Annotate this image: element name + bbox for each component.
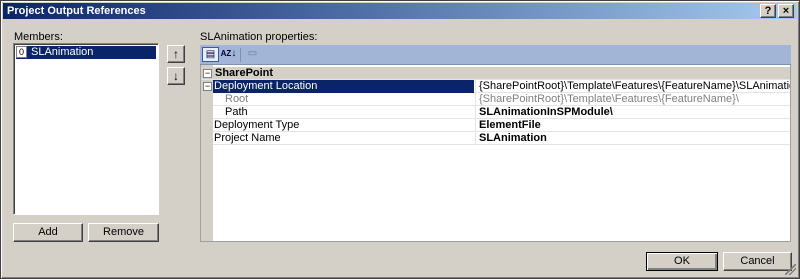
- property-row-deployment-location[interactable]: − Deployment Location {SharePointRoot}\T…: [201, 80, 790, 93]
- help-button[interactable]: ?: [760, 4, 776, 18]
- property-grid[interactable]: − SharePoint − Deployment Location {Shar…: [200, 65, 791, 242]
- row-gutter: [201, 119, 213, 132]
- cancel-button[interactable]: Cancel: [723, 252, 792, 271]
- resize-grip-icon[interactable]: [785, 264, 796, 275]
- property-row-root[interactable]: Root {SharePointRoot}\Template\Features\…: [201, 93, 790, 106]
- property-value[interactable]: SLAnimationInSPModule\: [475, 106, 790, 119]
- title-bar[interactable]: Project Output References ? ×: [3, 3, 797, 19]
- property-pages-icon[interactable]: ▭: [244, 47, 261, 62]
- property-value[interactable]: {SharePointRoot}\Template\Features\{Feat…: [475, 93, 790, 106]
- arrow-up-icon: ↑: [173, 47, 179, 61]
- members-list[interactable]: 0 SLAnimation: [13, 43, 159, 215]
- properties-label: SLAnimation properties:: [200, 31, 318, 43]
- row-gutter: [201, 132, 213, 145]
- project-output-references-dialog: Project Output References ? × Members: 0…: [0, 0, 800, 279]
- categorized-icon[interactable]: ▤: [202, 47, 219, 62]
- remove-button[interactable]: Remove: [88, 223, 159, 242]
- property-value[interactable]: SLAnimation: [475, 132, 790, 145]
- property-row-path[interactable]: Path SLAnimationInSPModule\: [201, 106, 790, 119]
- move-up-button[interactable]: ↑: [167, 45, 185, 63]
- category-name: SharePoint: [215, 67, 274, 79]
- row-gutter: [201, 106, 213, 119]
- list-item[interactable]: 0 SLAnimation: [16, 46, 156, 59]
- add-button[interactable]: Add: [13, 223, 83, 242]
- row-gutter: −: [201, 80, 213, 93]
- row-gutter: [201, 93, 213, 106]
- window-title: Project Output References: [7, 5, 146, 17]
- property-name[interactable]: Path: [213, 106, 474, 119]
- close-icon: ×: [782, 5, 790, 17]
- property-row-deployment-type[interactable]: Deployment Type ElementFile: [201, 119, 790, 132]
- member-index: 0: [16, 46, 27, 58]
- close-button[interactable]: ×: [778, 4, 794, 18]
- property-grid-toolbar: ▤ AZ↓ ▭: [200, 45, 791, 65]
- property-row-project-name[interactable]: Project Name SLAnimation: [201, 132, 790, 145]
- collapse-icon[interactable]: −: [203, 82, 212, 91]
- member-name: SLAnimation: [31, 46, 94, 58]
- property-name[interactable]: Deployment Location: [213, 80, 474, 93]
- toolbar-divider: [240, 48, 241, 62]
- property-value[interactable]: ElementFile: [475, 119, 790, 132]
- collapse-icon[interactable]: −: [203, 69, 212, 78]
- property-value[interactable]: {SharePointRoot}\Template\Features\{Feat…: [475, 80, 790, 93]
- alphabetical-icon[interactable]: AZ↓: [220, 47, 237, 62]
- move-down-button[interactable]: ↓: [167, 67, 185, 85]
- property-name[interactable]: Project Name: [213, 132, 474, 145]
- help-icon: ?: [764, 5, 772, 17]
- property-name[interactable]: Deployment Type: [213, 119, 474, 132]
- category-row-sharepoint[interactable]: − SharePoint: [201, 67, 790, 80]
- ok-button[interactable]: OK: [646, 252, 718, 271]
- arrow-down-icon: ↓: [173, 69, 179, 83]
- property-name[interactable]: Root: [213, 93, 474, 106]
